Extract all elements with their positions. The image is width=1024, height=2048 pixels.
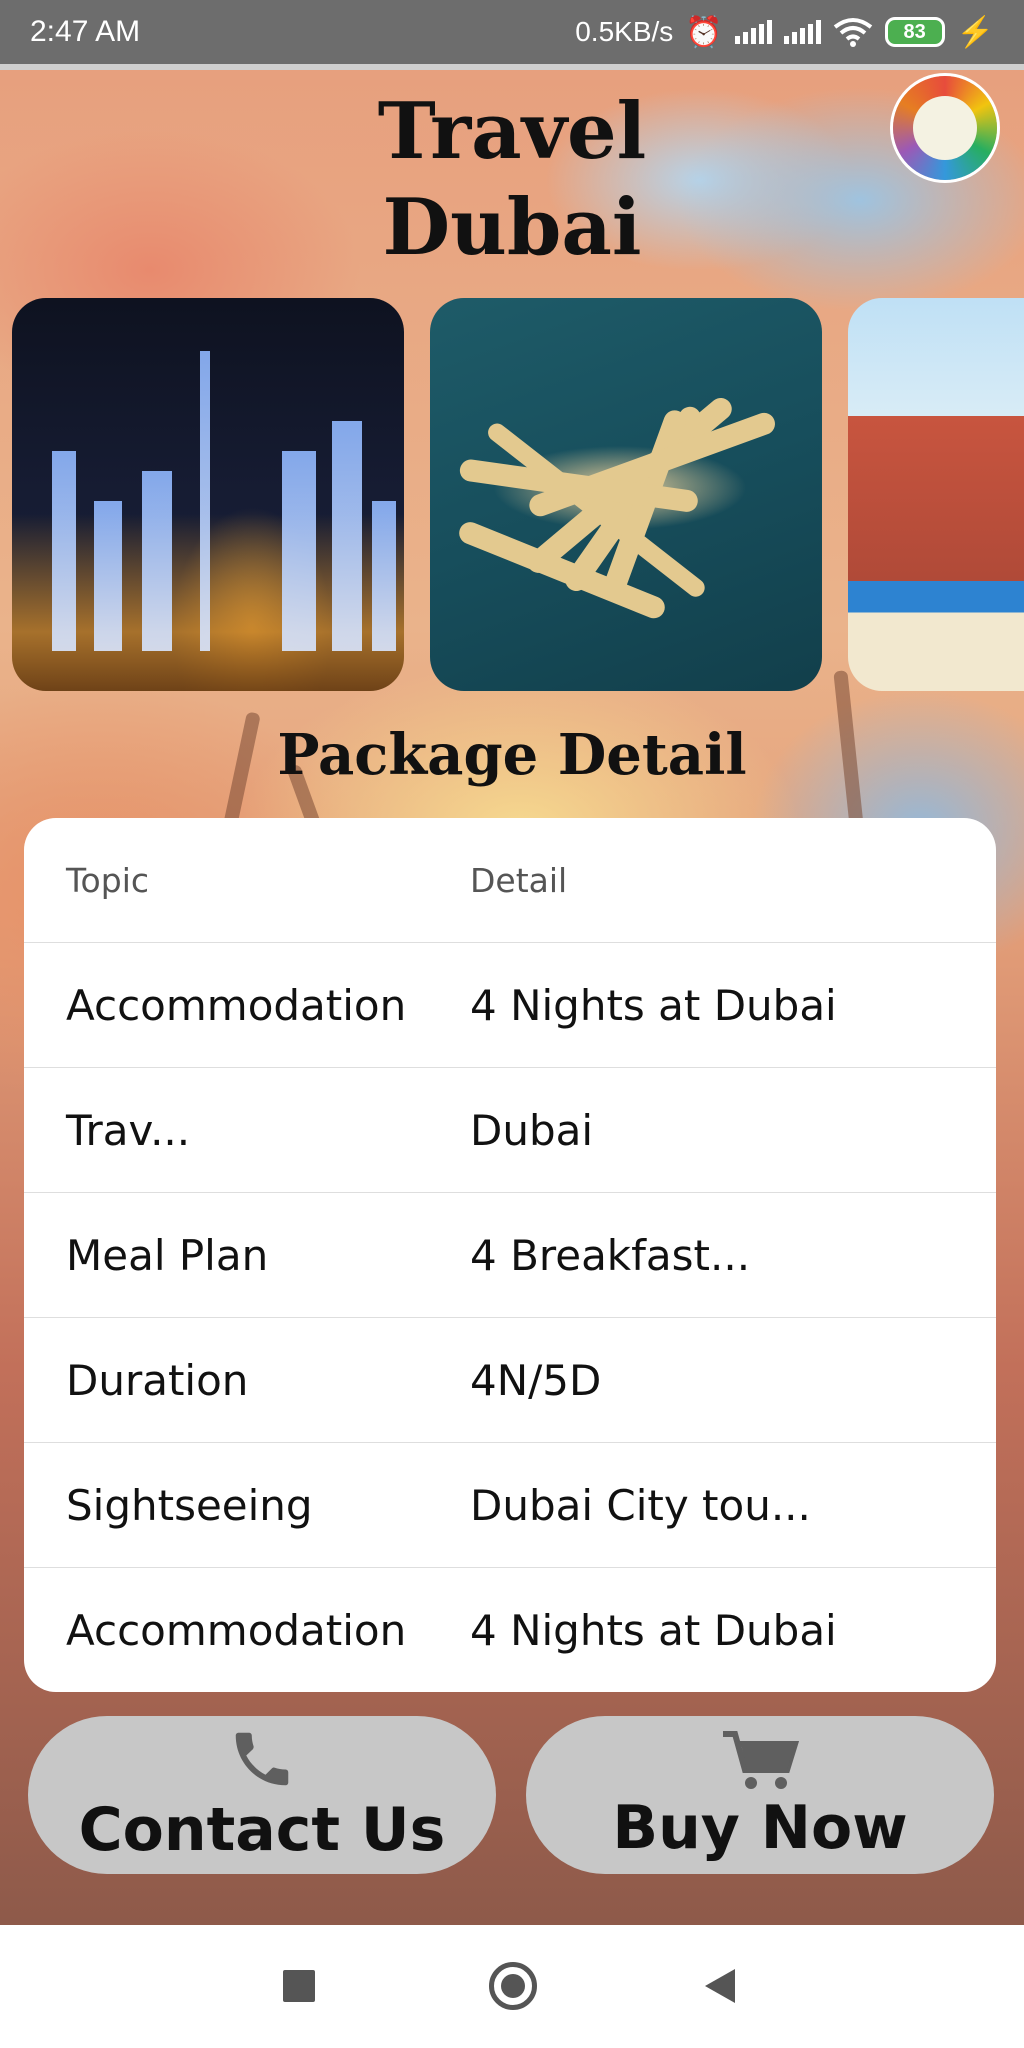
back-button[interactable]: [705, 1969, 735, 2003]
table-row[interactable]: Sightseeing Dubai City tou...: [24, 1443, 996, 1568]
table-row[interactable]: Trav... Dubai: [24, 1068, 996, 1193]
title-line-2: Dubai: [382, 182, 642, 273]
row-detail: 4N/5D: [470, 1355, 602, 1405]
page-title: Travel Dubai: [300, 84, 724, 276]
recent-apps-button[interactable]: [283, 1970, 315, 2002]
row-topic: Accommodation: [66, 1606, 407, 1655]
status-icons: 0.5KB/s ⏰ 83 ⚡: [575, 15, 994, 50]
row-detail: 4 Nights at Dubai: [470, 1606, 837, 1655]
column-detail: Detail: [470, 860, 568, 900]
signal-icon: [783, 20, 821, 44]
charging-icon: ⚡: [956, 15, 994, 49]
battery-icon: 83: [884, 17, 945, 47]
alarm-icon: ⏰: [685, 15, 723, 49]
phone-icon: [235, 1732, 289, 1786]
network-speed: 0.5KB/s: [575, 16, 674, 47]
image-carousel[interactable]: [0, 298, 1024, 691]
home-button[interactable]: [489, 1962, 537, 2010]
package-table: Topic Detail Accommodation 4 Nights at D…: [24, 818, 996, 1692]
travel-logo[interactable]: [893, 76, 997, 180]
row-topic: Meal Plan: [66, 1230, 269, 1280]
package-heading: Package Detail: [277, 722, 747, 788]
column-topic: Topic: [66, 860, 149, 900]
table-row[interactable]: Accommodation 4 Nights at Dubai: [24, 943, 996, 1068]
row-detail: 4 Nights at Dubai: [470, 980, 837, 1030]
row-topic: Sightseeing: [66, 1480, 313, 1530]
wifi-icon: [833, 18, 872, 47]
status-bar: 2:47 AM 0.5KB/s ⏰ 83 ⚡: [0, 0, 1024, 64]
table-header: Topic Detail: [24, 818, 996, 943]
row-topic: Duration: [66, 1355, 249, 1405]
cart-icon: [723, 1731, 799, 1789]
carousel-image-atlantis[interactable]: [848, 298, 1024, 691]
status-time: 2:47 AM: [30, 15, 141, 48]
title-line-1: Travel: [377, 86, 647, 177]
row-detail: 4 Breakfast...: [470, 1230, 751, 1280]
row-topic: Trav...: [66, 1105, 191, 1155]
buy-now-button[interactable]: Buy Now: [526, 1716, 994, 1874]
table-row[interactable]: Duration 4N/5D: [24, 1318, 996, 1443]
carousel-image-palm-island[interactable]: [430, 298, 822, 691]
contact-us-button[interactable]: Contact Us: [28, 1716, 496, 1874]
signal-icon: [734, 20, 772, 44]
buy-now-label: Buy Now: [612, 1793, 908, 1863]
carousel-image-dubai-skyline[interactable]: [12, 298, 404, 691]
table-row[interactable]: Accommodation 4 Nights at Dubai: [24, 1568, 996, 1692]
row-topic: Accommodation: [66, 980, 407, 1030]
row-detail: Dubai City tou...: [470, 1480, 811, 1530]
row-detail: Dubai: [470, 1105, 594, 1155]
table-row[interactable]: Meal Plan 4 Breakfast...: [24, 1193, 996, 1318]
contact-us-label: Contact Us: [78, 1795, 446, 1865]
logo-center: [913, 96, 977, 160]
